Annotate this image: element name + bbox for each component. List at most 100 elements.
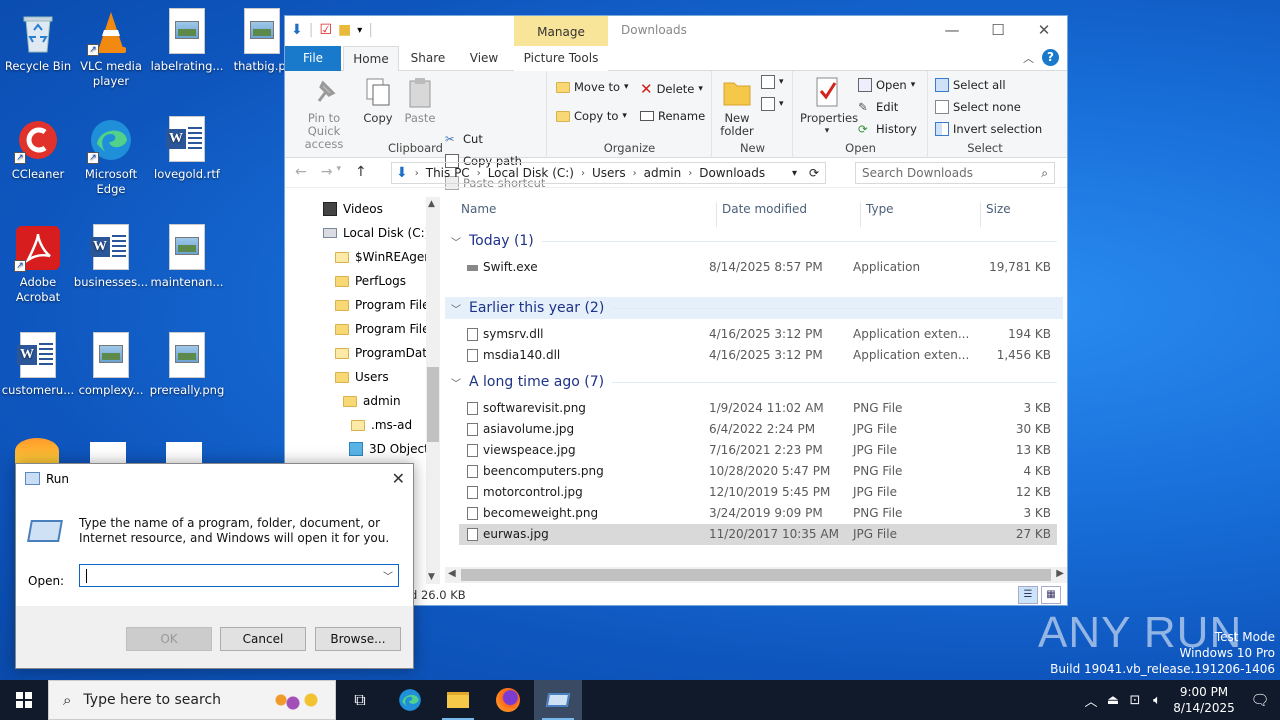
file-row[interactable]: msdia140.dll 4/16/2025 3:12 PM Applicati… xyxy=(459,345,1057,366)
desktop-icon-acrobat[interactable]: ↗ Adobe Acrobat xyxy=(0,224,76,305)
nav-item-3d-objects[interactable]: 3D Objects xyxy=(349,437,435,461)
network-icon[interactable]: ⊡ xyxy=(1124,693,1146,708)
file-row[interactable]: asiavolume.jpg 6/4/2022 2:24 PM JPG File… xyxy=(459,419,1057,440)
scrollbar-thumb[interactable] xyxy=(461,569,1051,581)
chevron-up-icon[interactable]: ︿ xyxy=(1080,691,1102,710)
nav-item-perflogs[interactable]: PerfLogs xyxy=(335,269,406,293)
new-item-button[interactable]: ▾ xyxy=(761,75,784,89)
help-icon[interactable]: ? xyxy=(1042,49,1059,66)
browse-button[interactable]: Browse... xyxy=(315,627,401,651)
nav-item-program-files-x86[interactable]: Program Files xyxy=(335,317,436,341)
invert-selection-button[interactable]: Invert selection xyxy=(935,122,1042,136)
search-input[interactable]: Search Downloads ⌕ xyxy=(855,162,1055,184)
desktop-icon-edge[interactable]: ↗ Microsoft Edge xyxy=(73,116,149,197)
file-row[interactable]: beencomputers.png 10/28/2020 5:47 PM PNG… xyxy=(459,461,1057,482)
desktop-icon-prereally[interactable]: prereally.png xyxy=(149,332,225,398)
scroll-right-icon[interactable]: ▶ xyxy=(1056,568,1064,579)
scroll-up-icon[interactable]: ▲ xyxy=(428,199,435,209)
file-row-selected[interactable]: eurwas.jpg 11/20/2017 10:35 AM JPG File … xyxy=(459,524,1057,545)
history-button[interactable]: ⟳ History xyxy=(858,122,917,136)
properties-button[interactable]: Properties ▾ xyxy=(800,75,858,138)
select-none-button[interactable]: Select none xyxy=(935,100,1021,114)
breadcrumb-downloads[interactable]: Downloads xyxy=(699,166,765,180)
nav-item-users[interactable]: Users xyxy=(335,365,389,389)
select-all-button[interactable]: Select all xyxy=(935,78,1006,92)
column-header-type[interactable]: Type xyxy=(866,202,894,216)
new-folder-icon[interactable]: ■ xyxy=(338,22,351,38)
copy-button[interactable]: Copy xyxy=(359,75,397,125)
desktop-icon-customeru[interactable]: W customeru... xyxy=(0,332,76,398)
close-icon[interactable]: ✕ xyxy=(392,469,405,488)
copy-to-button[interactable]: Copy to ▾ xyxy=(556,109,627,123)
address-bar[interactable]: ⬇ › This PC › Local Disk (C:) › Users › … xyxy=(391,162,826,184)
recent-locations-icon[interactable]: ▾ xyxy=(336,164,341,180)
taskbar-run-button[interactable] xyxy=(534,680,582,720)
open-button[interactable]: Open ▾ xyxy=(858,78,915,92)
easy-access-button[interactable]: ▾ xyxy=(761,97,784,111)
desktop-icon-labelrating[interactable]: labelrating... xyxy=(149,8,225,74)
notifications-icon[interactable]: 🗨︎ xyxy=(1240,691,1280,709)
taskbar-file-explorer-button[interactable] xyxy=(434,680,482,720)
file-row[interactable]: motorcontrol.jpg 12/10/2019 5:45 PM JPG … xyxy=(459,482,1057,503)
close-button[interactable]: ✕ xyxy=(1021,16,1067,46)
scroll-left-icon[interactable]: ◀ xyxy=(448,568,456,579)
start-button[interactable] xyxy=(0,680,48,720)
desktop-icon-businesses[interactable]: W businesses... xyxy=(73,224,149,290)
nav-item-videos[interactable]: Videos xyxy=(323,197,383,221)
desktop-icon-complexy[interactable]: complexy... xyxy=(73,332,149,398)
details-view-icon[interactable]: ☰ xyxy=(1018,586,1038,604)
minimize-button[interactable]: — xyxy=(929,16,975,46)
new-folder-button[interactable]: New folder xyxy=(717,75,757,138)
file-row[interactable]: symsrv.dll 4/16/2025 3:12 PM Application… xyxy=(459,324,1057,345)
group-header-today[interactable]: ﹀ Today (1) xyxy=(445,230,1063,252)
column-header-name[interactable]: Name xyxy=(461,202,496,216)
tab-picture-tools[interactable]: Picture Tools xyxy=(514,46,608,71)
breadcrumb-users[interactable]: Users xyxy=(592,166,626,180)
tab-file[interactable]: File xyxy=(285,46,341,71)
open-input[interactable]: ﹀ xyxy=(79,564,399,587)
usb-icon[interactable]: ⏏ xyxy=(1102,693,1124,708)
scrollbar-thumb[interactable] xyxy=(427,367,439,442)
group-header-earlier-this-year[interactable]: ﹀ Earlier this year (2) xyxy=(445,297,1063,319)
scroll-down-icon[interactable]: ▼ xyxy=(428,572,435,582)
group-header-long-time-ago[interactable]: ﹀ A long time ago (7) xyxy=(445,371,1063,393)
desktop-icon-vlc[interactable]: ↗ VLC media player xyxy=(73,8,149,89)
desktop-icon-recycle-bin[interactable]: Recycle Bin xyxy=(0,8,76,74)
nav-item-program-files[interactable]: Program Files xyxy=(335,293,436,317)
file-row[interactable]: Swift.exe 8/14/2025 8:57 PM Application … xyxy=(459,257,1057,278)
ok-button[interactable]: OK xyxy=(126,627,212,651)
firefox-desktop-icon[interactable] xyxy=(15,438,59,464)
task-view-button[interactable]: ⧉ xyxy=(336,680,384,720)
chevron-down-icon[interactable]: ﹀ xyxy=(383,568,393,583)
breadcrumb-this-pc[interactable]: This PC xyxy=(426,166,470,180)
move-to-button[interactable]: Move to ▾ xyxy=(556,80,629,94)
edit-button[interactable]: ✎ Edit xyxy=(858,100,898,114)
rename-button[interactable]: Rename xyxy=(640,109,705,123)
address-dropdown-icon[interactable]: ▾ xyxy=(792,168,797,179)
breadcrumb-admin[interactable]: admin xyxy=(644,166,682,180)
breadcrumb-local-disk[interactable]: Local Disk (C:) xyxy=(488,166,574,180)
column-header-size[interactable]: Size xyxy=(986,202,1011,216)
refresh-icon[interactable]: ⟳ xyxy=(809,166,819,180)
forward-arrow-icon[interactable]: → xyxy=(321,164,333,180)
cancel-button[interactable]: Cancel xyxy=(220,627,306,651)
tab-view[interactable]: View xyxy=(461,46,507,71)
nav-item-local-disk[interactable]: Local Disk (C:) xyxy=(323,221,429,245)
desktop-icon-ccleaner[interactable]: ↗ CCleaner xyxy=(0,116,76,182)
taskbar-search-box[interactable]: ⌕ Type here to search xyxy=(48,680,336,720)
file-row[interactable]: becomeweight.png 3/24/2019 9:09 PM PNG F… xyxy=(459,503,1057,524)
delete-button[interactable]: ✕ Delete ▾ xyxy=(640,80,703,98)
nav-item-admin[interactable]: admin xyxy=(343,389,401,413)
clock[interactable]: 9:00 PM 8/14/2025 xyxy=(1168,684,1240,716)
back-arrow-icon[interactable]: ← xyxy=(295,164,307,180)
tab-home[interactable]: Home xyxy=(343,46,399,72)
properties-check-icon[interactable]: ☑ xyxy=(319,22,332,38)
desktop-icon-maintenan[interactable]: maintenan... xyxy=(149,224,225,290)
large-icons-view-icon[interactable]: ▦ xyxy=(1041,586,1061,604)
taskbar-edge-button[interactable] xyxy=(386,680,434,720)
collapse-ribbon-icon[interactable]: ︿ xyxy=(1023,50,1034,66)
chevron-down-icon[interactable]: ▾ xyxy=(357,25,362,36)
nav-item-winreagent[interactable]: $WinREAgent xyxy=(335,245,437,269)
file-row[interactable]: viewspeace.jpg 7/16/2021 2:23 PM JPG Fil… xyxy=(459,440,1057,461)
nav-pane-scrollbar[interactable]: ▲ ▼ xyxy=(426,197,440,584)
